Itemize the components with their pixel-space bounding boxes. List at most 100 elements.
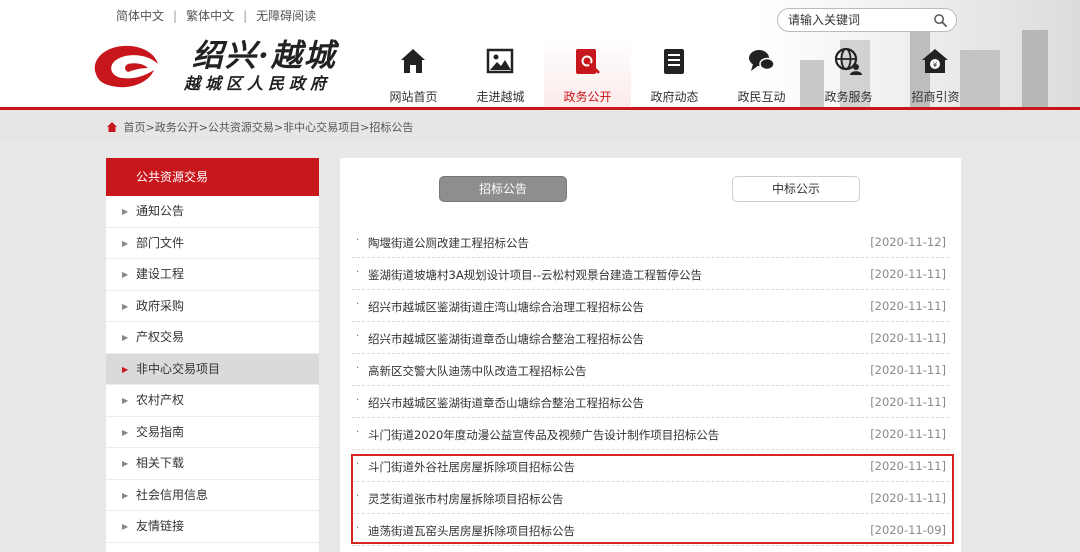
announcement-title[interactable]: 斗门街道外谷社居房屋拆除项目招标公告 <box>368 459 575 475</box>
nav-label: 走进越城 <box>476 90 525 104</box>
arrow-right-icon: ▶ <box>122 459 129 468</box>
announcement-title[interactable]: 绍兴市越城区鉴湖街道章岙山塘综合整治工程招标公告 <box>368 395 644 411</box>
nav-gov-news[interactable]: 政府动态 <box>631 38 718 108</box>
nav-services[interactable]: 政务服务 <box>805 38 892 108</box>
announcement-date: [2020-11-11] <box>870 363 946 377</box>
announcement-date: [2020-11-11] <box>870 299 946 313</box>
government-emblem-icon <box>94 45 158 88</box>
list-item[interactable]: · 绍兴市越城区鉴湖街道章岙山塘综合整治工程招标公告 [2020-11-11] <box>352 386 949 418</box>
list-bullet: · <box>356 523 360 534</box>
nav-investment[interactable]: ¥ 招商引资 <box>892 38 979 108</box>
nav-about[interactable]: 走进越城 <box>457 38 544 108</box>
list-item[interactable]: · 陶堰街道公厕改建工程招标公告 [2020-11-12] <box>352 226 949 258</box>
announcement-title[interactable]: 迪荡街道瓦窑头居房屋拆除项目招标公告 <box>368 523 575 539</box>
arrow-right-icon: ▶ <box>122 522 129 531</box>
list-bullet: · <box>356 363 360 374</box>
sidebar-item-dept-docs[interactable]: ▶ 部门文件 <box>106 228 319 259</box>
sidebar-item-label: 交易指南 <box>136 424 185 439</box>
announcement-date: [2020-11-11] <box>870 267 946 281</box>
sidebar-item-non-center[interactable]: ▶ 非中心交易项目 <box>106 353 319 385</box>
sidebar-item-label: 部门文件 <box>136 235 185 250</box>
list-item[interactable]: · 高新区交警大队迪荡中队改造工程招标公告 [2020-11-11] <box>352 354 949 386</box>
list-bullet: · <box>356 331 360 342</box>
main-content: 招标公告 中标公示 · 陶堰街道公厕改建工程招标公告 [2020-11-12] · 鉴… <box>340 158 961 552</box>
tab-bid-announcements[interactable]: 招标公告 <box>439 176 567 202</box>
announcement-title[interactable]: 绍兴市越城区鉴湖街道章岙山塘综合整治工程招标公告 <box>368 331 644 347</box>
sidebar-item-construction[interactable]: ▶ 建设工程 <box>106 259 319 291</box>
home-icon <box>401 49 425 73</box>
site-logo[interactable]: 绍兴·越城 越城区人民政府 <box>88 30 368 100</box>
lang-simplified-link[interactable]: 简体中文 <box>116 7 164 24</box>
list-bullet: · <box>356 427 360 438</box>
lang-separator: | <box>243 8 248 23</box>
announcement-title[interactable]: 鉴湖街道坡塘村3A规划设计项目--云松村观景台建造工程暂停公告 <box>368 267 702 283</box>
list-item[interactable]: · 绍兴市越城区鉴湖街道章岙山塘综合整治工程招标公告 [2020-11-11] <box>352 322 949 354</box>
announcement-date: [2020-11-11] <box>870 459 946 473</box>
search-box <box>777 8 957 32</box>
list-bullet: · <box>356 491 360 502</box>
arrow-right-icon: ▶ <box>122 207 129 216</box>
sidebar-item-label: 通知公告 <box>136 204 185 218</box>
tab-award-notices[interactable]: 中标公示 <box>732 176 860 202</box>
news-icon <box>664 49 684 74</box>
announcement-date: [2020-11-11] <box>870 331 946 345</box>
left-sidebar: 公共资源交易 ▶ 通知公告 ▶ 部门文件 ▶ 建设工程 ▶ 政府采购 ▶ 产权交易 ▶ 非中… <box>106 158 319 552</box>
lang-traditional-link[interactable]: 繁体中文 <box>186 7 234 24</box>
announcement-title[interactable]: 灵芝街道张市村房屋拆除项目招标公告 <box>368 491 564 507</box>
sidebar-item-credit[interactable]: ▶ 社会信用信息 <box>106 480 319 511</box>
nav-label: 政民互动 <box>737 90 786 104</box>
announcement-date: [2020-11-09] <box>870 523 946 537</box>
sidebar-item-notices[interactable]: ▶ 通知公告 <box>106 196 319 228</box>
arrow-right-icon: ▶ <box>122 364 129 374</box>
sidebar-item-procurement[interactable]: ▶ 政府采购 <box>106 291 319 322</box>
search-input[interactable] <box>788 12 928 28</box>
list-item[interactable]: · 迪荡街道瓦窑头居房屋拆除项目招标公告 [2020-11-09] <box>352 514 949 546</box>
arrow-right-icon: ▶ <box>122 238 129 248</box>
list-item[interactable]: · 鉴湖街道坡塘村3A规划设计项目--云松村观景台建造工程暂停公告 [2020-11… <box>352 258 949 290</box>
breadcrumb: 首页>政务公开>公共资源交易>非中心交易项目>招标公告 <box>107 119 413 135</box>
announcement-date: [2020-11-11] <box>870 491 946 505</box>
announcement-date: [2020-11-11] <box>870 395 946 409</box>
list-item[interactable]: · 斗门街道2020年度动漫公益宣传品及视频广告设计制作项目招标公告 [2020-1… <box>352 418 949 450</box>
list-item[interactable]: · 灵芝街道张市村房屋拆除项目招标公告 [2020-11-11] <box>352 482 949 514</box>
accessible-reading-link[interactable]: 无障碍阅读 <box>256 7 316 24</box>
nav-label: 政府动态 <box>650 90 699 104</box>
sidebar-item-guide[interactable]: ▶ 交易指南 <box>106 417 319 448</box>
nav-label: 政务公开 <box>563 90 612 104</box>
list-bullet: · <box>356 459 360 470</box>
chat-icon <box>749 50 775 71</box>
sidebar-item-label: 农村产权 <box>136 393 185 407</box>
site-header: 简体中文 | 繁体中文 | 无障碍阅读 绍兴·越城 越城区人民政府 网站首页 <box>0 0 1080 110</box>
sidebar-item-label: 非中心交易项目 <box>136 361 221 376</box>
nav-label: 网站首页 <box>389 90 438 104</box>
svg-text:¥: ¥ <box>933 61 938 69</box>
sidebar-item-label: 建设工程 <box>136 267 185 281</box>
sidebar-title: 公共资源交易 <box>106 158 319 196</box>
nav-gov-affairs[interactable]: 政务公开 <box>544 38 631 108</box>
announcement-title[interactable]: 绍兴市越城区鉴湖街道庄湾山塘综合治理工程招标公告 <box>368 299 644 315</box>
list-item[interactable]: · 绍兴市越城区鉴湖街道庄湾山塘综合治理工程招标公告 [2020-11-11] <box>352 290 949 322</box>
list-bullet: · <box>356 395 360 406</box>
nav-interaction[interactable]: 政民互动 <box>718 38 805 108</box>
lang-separator: | <box>173 8 178 23</box>
announcement-title[interactable]: 陶堰街道公厕改建工程招标公告 <box>368 235 529 251</box>
sidebar-item-label: 政府采购 <box>136 298 185 313</box>
search-icon[interactable] <box>933 13 948 28</box>
site-title: 绍兴·越城 <box>192 38 337 74</box>
list-item[interactable]: · 斗门街道外谷社居房屋拆除项目招标公告 [2020-11-11] <box>352 450 949 482</box>
nav-home[interactable]: 网站首页 <box>370 38 457 108</box>
arrow-right-icon: ▶ <box>122 427 129 437</box>
list-bullet: · <box>356 267 360 278</box>
announcement-title[interactable]: 高新区交警大队迪荡中队改造工程招标公告 <box>368 363 587 379</box>
language-bar: 简体中文 | 繁体中文 | 无障碍阅读 <box>116 7 316 24</box>
sidebar-item-downloads[interactable]: ▶ 相关下载 <box>106 448 319 480</box>
announcement-title[interactable]: 斗门街道2020年度动漫公益宣传品及视频广告设计制作项目招标公告 <box>368 427 719 443</box>
sidebar-item-property[interactable]: ▶ 产权交易 <box>106 322 319 354</box>
breadcrumb-bar: 首页>政务公开>公共资源交易>非中心交易项目>招标公告 <box>0 110 1080 140</box>
picture-icon <box>486 48 514 74</box>
sidebar-item-links[interactable]: ▶ 友情链接 <box>106 511 319 543</box>
breadcrumb-path[interactable]: 首页>政务公开>公共资源交易>非中心交易项目>招标公告 <box>124 121 414 134</box>
sidebar-item-rural-property[interactable]: ▶ 农村产权 <box>106 385 319 417</box>
investment-house-icon: ¥ <box>922 49 948 73</box>
list-bullet: · <box>356 299 360 310</box>
